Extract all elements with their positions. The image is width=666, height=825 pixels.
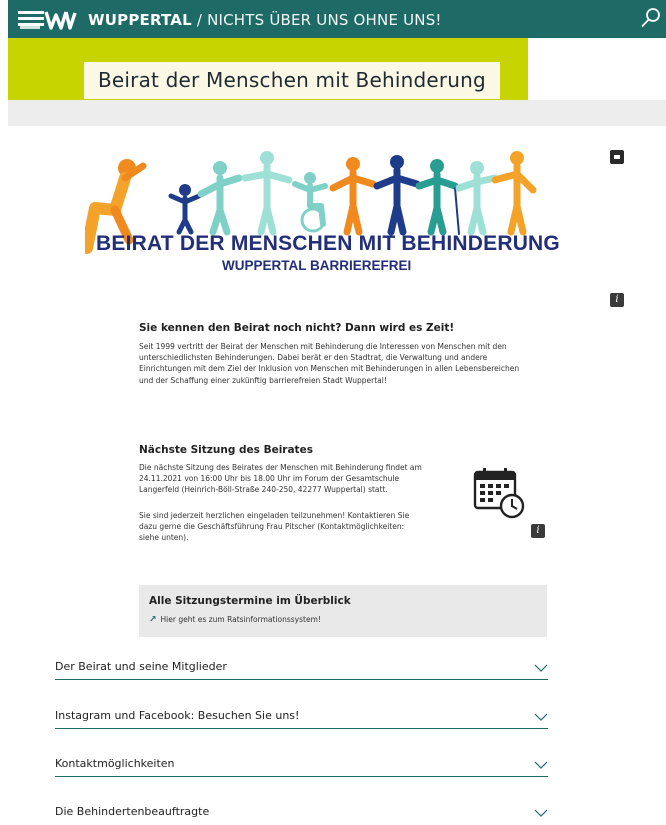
calendar-clock-icon bbox=[473, 468, 525, 519]
page-title: Beirat der Menschen mit Behinderung bbox=[98, 68, 486, 92]
intro-line: unterschiedlichsten Behinderungen. Dabei… bbox=[139, 353, 488, 363]
accordion-item-kontakt[interactable]: Kontaktmöglichkeiten bbox=[55, 757, 548, 777]
accordion-item-beirat-mitglieder[interactable]: Der Beirat und seine Mitglieder bbox=[55, 660, 548, 680]
chevron-down-icon bbox=[534, 761, 548, 769]
accordion-divider bbox=[55, 728, 548, 729]
intro-line: Seit 1999 vertritt der Beirat der Mensch… bbox=[139, 342, 507, 351]
meeting-overview-box: Alle Sitzungstermine im Überblick ↗ Hier … bbox=[139, 585, 547, 637]
hero-figure-2 bbox=[168, 184, 202, 235]
meeting-line: Langerfeld (Heinrich-Böll-Straße 240-250… bbox=[139, 485, 388, 495]
ratsinfo-link[interactable]: ↗ Hier geht es zum Ratsinformationssystem… bbox=[149, 615, 321, 625]
meeting-line: Die nächste Sitzung des Beirates der Men… bbox=[139, 463, 422, 472]
accordion-label: Instagram und Facebook: Besuchen Sie uns… bbox=[55, 709, 300, 722]
intro-line: und der Schaffung einer zukünftig barrie… bbox=[139, 375, 387, 385]
meeting-line: Sie sind jederzeit herzlichen eingeladen… bbox=[139, 511, 410, 520]
breadcrumb-separator: / bbox=[191, 11, 208, 29]
hero-subheading: WUPPERTAL BARRIEREFREI bbox=[222, 258, 412, 273]
hero-figure-9 bbox=[455, 161, 499, 236]
chevron-down-icon bbox=[534, 809, 548, 817]
breadcrumb: WUPPERTAL / NICHTS ÜBER UNS OHNE UNS! bbox=[88, 11, 442, 29]
accordion-label: Kontaktmöglichkeiten bbox=[55, 757, 175, 770]
accordion-label: Der Beirat und seine Mitglieder bbox=[55, 660, 227, 673]
ratsinfo-link-label[interactable]: Hier geht es zum Ratsinformationssystem! bbox=[161, 615, 321, 624]
hero-figure-4 bbox=[241, 151, 293, 236]
top-header-bar: WUPPERTAL / NICHTS ÜBER UNS OHNE UNS! bbox=[8, 0, 666, 38]
info-icon[interactable]: i bbox=[610, 293, 624, 307]
chevron-down-icon bbox=[534, 664, 548, 672]
fullscreen-icon[interactable] bbox=[610, 150, 624, 164]
hero-figure-10 bbox=[491, 151, 537, 236]
grey-divider-strip bbox=[8, 100, 666, 126]
arrow-up-right-icon: ↗ bbox=[149, 615, 157, 625]
intro-line: Einrichtungen mit dem Ziel der Inklusion… bbox=[139, 364, 520, 374]
hero-figure-3 bbox=[197, 161, 243, 236]
breadcrumb-tagline[interactable]: NICHTS ÜBER UNS OHNE UNS! bbox=[207, 11, 442, 29]
search-icon[interactable] bbox=[640, 7, 662, 29]
meeting-line: siehe unten). bbox=[139, 533, 189, 543]
accordion-item-behindertenbeauftragte[interactable]: Die Behindertenbeauftragte bbox=[55, 805, 548, 825]
meeting-paragraph-2: Sie sind jederzeit herzlichen eingeladen… bbox=[139, 510, 459, 544]
hero-heading: BEIRAT DER MENSCHEN MIT BEHINDERUNG bbox=[96, 232, 560, 255]
wuppertal-logo-icon[interactable] bbox=[18, 9, 78, 31]
overview-heading: Alle Sitzungstermine im Überblick bbox=[149, 595, 351, 607]
hero-figure-5 bbox=[292, 172, 328, 233]
page-title-box: Beirat der Menschen mit Behinderung bbox=[84, 62, 500, 99]
chevron-down-icon bbox=[534, 713, 548, 721]
meeting-line: 24.11.2021 von 16:00 Uhr bis 18.00 Uhr i… bbox=[139, 474, 400, 484]
info-icon[interactable]: i bbox=[531, 524, 545, 538]
accordion-label: Die Behindertenbeauftragte bbox=[55, 805, 210, 818]
meeting-paragraph-1: Die nächste Sitzung des Beirates der Men… bbox=[139, 462, 459, 496]
brand-name[interactable]: WUPPERTAL bbox=[88, 11, 192, 29]
intro-heading: Sie kennen den Beirat noch nicht? Dann w… bbox=[139, 322, 455, 334]
hero-figure-8 bbox=[415, 159, 460, 236]
meeting-heading: Nächste Sitzung des Beirates bbox=[139, 444, 313, 456]
accordion-item-social-media[interactable]: Instagram und Facebook: Besuchen Sie uns… bbox=[55, 709, 548, 729]
accordion-divider bbox=[55, 776, 548, 777]
intro-paragraph: Seit 1999 vertritt der Beirat der Mensch… bbox=[139, 341, 549, 386]
hero-figure-7 bbox=[373, 155, 421, 236]
accordion-divider bbox=[55, 679, 548, 680]
hero-figure-6 bbox=[329, 157, 377, 236]
meeting-line: dazu gerne die Geschäftsführung Frau Pit… bbox=[139, 522, 405, 532]
